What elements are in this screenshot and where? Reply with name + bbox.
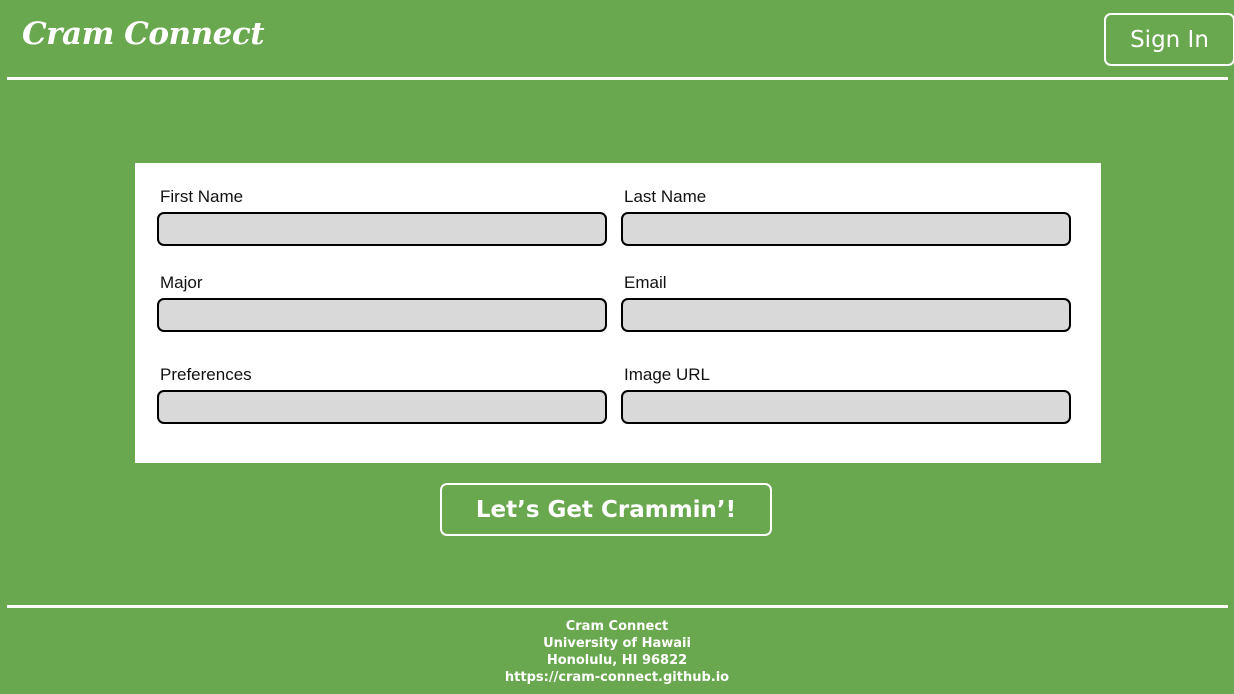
major-label: Major (160, 273, 203, 292)
major-input[interactable] (157, 298, 607, 332)
first-name-input[interactable] (157, 212, 607, 246)
signup-form: First Name Last Name Major Email Prefere… (135, 163, 1101, 463)
footer: Cram Connect University of Hawaii Honolu… (0, 618, 1234, 686)
footer-url-link[interactable]: https://cram-connect.github.io (505, 670, 729, 685)
footer-university: University of Hawaii (543, 636, 691, 651)
header-divider (7, 77, 1228, 80)
email-input[interactable] (621, 298, 1071, 332)
first-name-label: First Name (160, 187, 244, 206)
submit-button[interactable]: Let’s Get Crammin’! (440, 483, 772, 536)
footer-name: Cram Connect (565, 619, 669, 634)
last-name-label: Last Name (624, 187, 707, 206)
footer-city: Honolulu, HI 96822 (546, 653, 688, 668)
preferences-label: Preferences (160, 365, 252, 384)
navbar: Cram Connect Sign In (0, 0, 1234, 80)
brand-logo[interactable]: Cram Connect (22, 16, 265, 52)
image-url-label: Image URL (624, 365, 710, 384)
image-url-input[interactable] (621, 390, 1071, 424)
footer-divider (7, 605, 1228, 608)
last-name-input[interactable] (621, 212, 1071, 246)
email-label: Email (624, 273, 667, 292)
sign-in-button[interactable]: Sign In (1104, 13, 1234, 66)
preferences-input[interactable] (157, 390, 607, 424)
